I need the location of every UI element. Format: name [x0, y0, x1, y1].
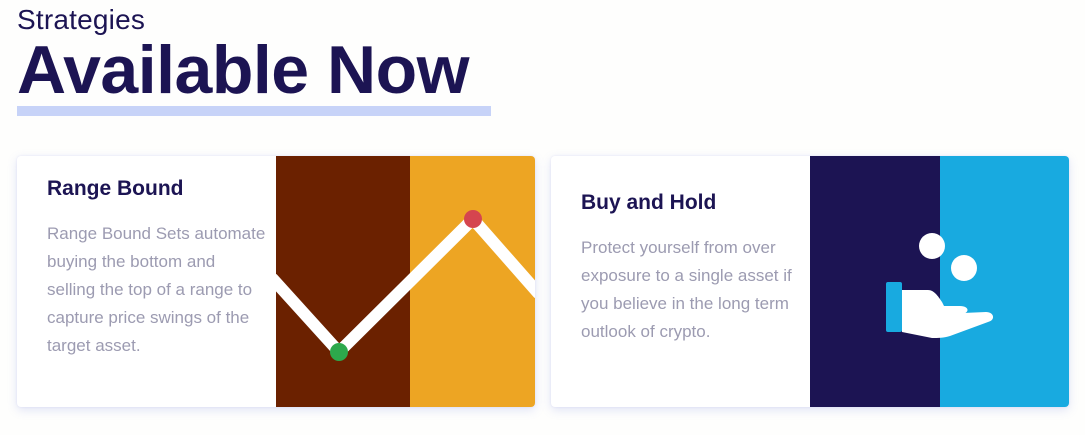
hand-holding-coins-icon — [810, 156, 1069, 407]
card-text: Range Bound Range Bound Sets automate bu… — [47, 176, 267, 360]
card-description: Protect yourself from over exposure to a… — [581, 238, 792, 341]
page-title-wrap: Available Now — [17, 30, 470, 110]
card-description: Range Bound Sets automate buying the bot… — [47, 224, 266, 355]
buy-point-dot — [330, 343, 348, 361]
chart-panel-dark — [276, 156, 410, 407]
strategy-card-buy-and-hold[interactable]: Buy and Hold Protect yourself from over … — [551, 156, 1069, 407]
card-title: Buy and Hold — [581, 191, 717, 214]
coin-icon — [951, 255, 977, 281]
sell-point-dot — [464, 210, 482, 228]
card-text: Buy and Hold Protect yourself from over … — [581, 190, 801, 346]
card-title: Range Bound — [47, 177, 184, 200]
title-underline — [17, 106, 491, 116]
art-panel-blue — [940, 156, 1069, 407]
range-bound-chart-icon — [276, 156, 535, 407]
art-panel-navy — [810, 156, 940, 407]
cuff-icon — [886, 282, 902, 332]
strategy-card-range-bound[interactable]: Range Bound Range Bound Sets automate bu… — [17, 156, 535, 407]
coin-icon — [919, 233, 945, 259]
page-title: Available Now — [17, 32, 470, 108]
chart-panel-gold — [410, 156, 535, 407]
